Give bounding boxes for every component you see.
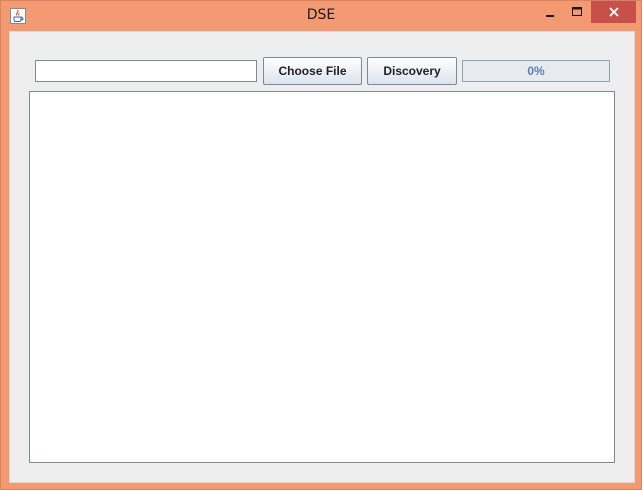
progress-label: 0% — [527, 64, 545, 78]
choose-file-button[interactable]: Choose File — [263, 57, 362, 85]
maximize-button[interactable] — [564, 1, 590, 23]
minimize-button[interactable] — [537, 1, 563, 23]
progress-bar: 0% — [462, 60, 610, 82]
file-path-field[interactable] — [35, 60, 257, 82]
title-bar[interactable]: DSE — [1, 1, 641, 31]
output-text-area[interactable] — [29, 91, 615, 463]
app-window: DSE Choose File Discovery 0% — [0, 0, 642, 490]
minimize-icon — [546, 15, 554, 17]
content-panel: Choose File Discovery 0% — [9, 31, 635, 483]
close-button[interactable] — [591, 1, 636, 23]
discovery-button[interactable]: Discovery — [367, 57, 457, 85]
maximize-icon — [572, 7, 582, 16]
close-icon — [608, 7, 619, 17]
